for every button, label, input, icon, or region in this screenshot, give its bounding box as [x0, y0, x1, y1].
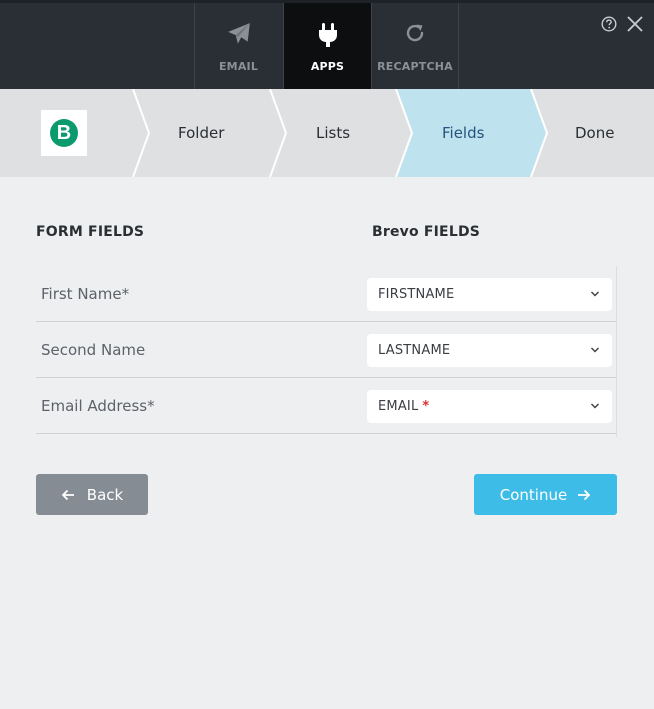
refresh-icon: [372, 21, 458, 51]
field-mapping-row: Email Address* EMAIL *: [36, 378, 616, 434]
chevron-down-icon: [591, 291, 599, 297]
required-marker: *: [422, 399, 430, 414]
tab-email[interactable]: EMAIL: [194, 3, 282, 89]
form-field-label: Email Address*: [41, 397, 155, 415]
arrow-right-icon: [578, 489, 591, 500]
continue-button[interactable]: Continue: [474, 474, 617, 515]
help-icon[interactable]: [601, 16, 617, 32]
field-mapping-row: Second Name LASTNAME: [36, 322, 616, 378]
tab-apps-label: APPS: [310, 60, 345, 73]
chevron-down-icon: [591, 347, 599, 353]
tab-email-label: EMAIL: [218, 60, 259, 73]
step-folder[interactable]: Folder: [178, 124, 224, 142]
brevo-logo-mark: B: [50, 119, 78, 147]
select-value: EMAIL *: [378, 399, 429, 414]
brevo-field-select[interactable]: FIRSTNAME: [367, 278, 612, 311]
continue-button-label: Continue: [499, 485, 568, 504]
form-field-label: Second Name: [41, 341, 146, 359]
form-field-label: First Name*: [41, 285, 130, 303]
arrow-left-icon: [61, 489, 74, 500]
table-divider: [616, 266, 617, 437]
tab-apps[interactable]: APPS: [283, 3, 371, 89]
plug-icon: [284, 21, 371, 51]
back-button-label: Back: [86, 485, 124, 504]
brevo-logo: B: [41, 110, 87, 156]
brevo-field-select[interactable]: EMAIL *: [367, 390, 612, 423]
step-lists[interactable]: Lists: [316, 124, 350, 142]
step-done[interactable]: Done: [575, 124, 614, 142]
tab-recaptcha[interactable]: RECAPTCHA: [371, 3, 459, 89]
tab-recaptcha-label: RECAPTCHA: [377, 60, 453, 73]
select-value: LASTNAME: [378, 343, 451, 358]
form-fields-heading: FORM FIELDS: [36, 224, 145, 240]
back-button[interactable]: Back: [36, 474, 148, 515]
brevo-fields-heading: Brevo FIELDS: [372, 224, 481, 240]
top-toolbar: EMAIL APPS RECAPTCHA: [0, 0, 654, 89]
select-value: FIRSTNAME: [378, 287, 455, 302]
chevron-down-icon: [591, 403, 599, 409]
field-mapping-row: First Name* FIRSTNAME: [36, 266, 616, 322]
paper-plane-icon: [195, 21, 282, 51]
select-value-text: EMAIL: [378, 399, 419, 414]
close-icon[interactable]: [626, 15, 644, 33]
brevo-field-select[interactable]: LASTNAME: [367, 334, 612, 367]
step-fields[interactable]: Fields: [442, 124, 484, 142]
progress-stepper: B Folder Lists Fields Done: [0, 89, 654, 177]
